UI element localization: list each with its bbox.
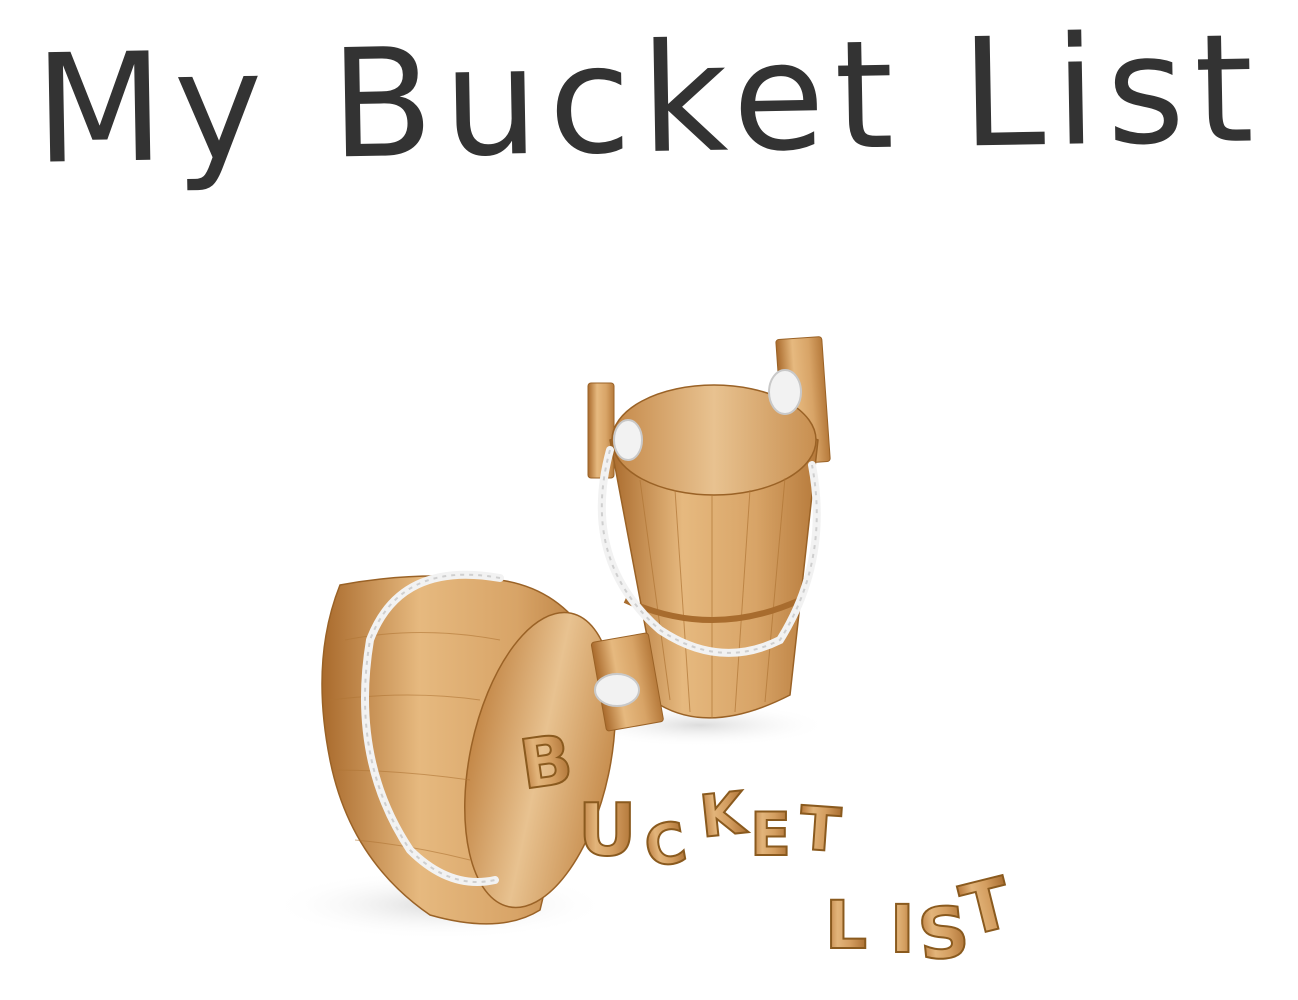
page: My Bucket List B U C K E T L I S T	[0, 0, 1298, 1000]
letter-e: E	[750, 800, 791, 870]
letter-b: B	[515, 720, 577, 805]
letter-c: C	[640, 810, 692, 881]
letter-i: I	[890, 891, 915, 968]
letter-u: U	[578, 788, 636, 872]
letter-l: L	[825, 887, 867, 964]
wooden-buckets-image: B U C K E T L I S T	[270, 336, 1021, 978]
letter-k: K	[697, 778, 751, 851]
letter-t: T	[797, 794, 843, 867]
